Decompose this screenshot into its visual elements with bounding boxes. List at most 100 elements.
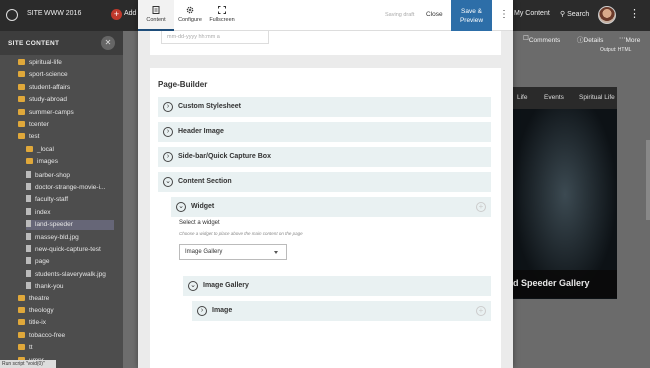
sidebar-item[interactable]: barber-shop [26,170,114,181]
sidebar-item-label: land-speeder [35,221,73,229]
chevron-down-icon[interactable]: ⌄ [163,177,173,187]
sidebar-item[interactable]: student-affairs [18,83,114,94]
add-label[interactable]: Add [124,10,136,17]
row-side-bar[interactable]: › Side-bar/Quick Capture Box [158,147,491,167]
my-content-link[interactable]: My Content [514,10,550,17]
sidebar-item[interactable]: theology [18,307,114,317]
tab-configure[interactable]: Configure [174,0,206,31]
sidebar-header: SITE CONTENT ✕ [0,31,123,55]
sidebar-item[interactable]: spiritual-life [18,59,114,69]
comments-label: Comments [528,37,561,44]
chevron-right-icon[interactable]: › [197,306,207,316]
gallery-title: d Speeder Gallery [513,270,617,298]
logo-icon[interactable] [6,9,18,21]
details-button[interactable]: ⓘ Details [577,34,603,44]
folder-icon [18,83,25,90]
add-button[interactable]: + [111,9,122,20]
row-label: Image Gallery [203,282,249,289]
site-label: SITE [27,10,43,17]
save-preview-button[interactable]: Save & Preview [451,0,492,31]
sidebar-item[interactable]: sport-science [18,71,114,81]
sidebar-item-label: study-abroad [29,96,67,104]
panel-body: mm-dd-yyyy hh:mm a Page-Builder › Custom… [138,31,513,368]
search-label: Search [567,11,590,18]
output-select[interactable]: Output: HTML [600,47,631,53]
folder-icon [18,344,25,351]
file-icon [26,232,31,240]
sidebar-item[interactable]: summer-camps [18,108,114,119]
row-label: Side-bar/Quick Capture Box [178,153,271,160]
date-field[interactable]: mm-dd-yyyy hh:mm a [161,31,269,44]
site-selector[interactable]: WWW 2016 [44,10,81,17]
folder-icon [18,294,25,301]
folder-icon [18,133,25,140]
close-button[interactable]: Close [426,11,443,18]
sidebar-item[interactable]: test [18,133,114,143]
file-icon [26,195,31,203]
sidebar-item[interactable]: new-quick-capture-test [26,245,114,255]
file-icon [26,245,31,252]
tab-fullscreen-label: Fullscreen [209,17,235,23]
sidebar-item-label: massey-bld.jpg [35,233,79,241]
row-widget[interactable]: ⌄ Widget + [171,197,491,217]
details-label: Details [583,37,604,44]
widget-select[interactable]: Image Gallery [179,244,287,260]
folder-icon [18,96,25,103]
sidebar-item[interactable]: massey-bld.jpg [26,232,114,243]
sidebar-item-label: faculty-staff [35,196,69,204]
sidebar-item[interactable]: _local [26,145,114,156]
sidebar-item[interactable]: index [26,207,114,218]
folder-icon [18,59,25,65]
sidebar-item[interactable]: study-abroad [18,96,114,106]
chevron-right-icon[interactable]: › [163,152,173,162]
nav-item[interactable]: Events [544,94,564,101]
sidebar-item[interactable]: land-speeder [26,220,114,231]
sidebar-item[interactable]: thank-you [26,282,114,292]
gear-icon [186,6,194,14]
row-content-section[interactable]: ⌄ Content Section [158,172,491,192]
file-icon [26,220,31,228]
add-item-icon[interactable]: + [476,306,486,316]
sidebar-item[interactable]: images [26,158,114,168]
date-card: mm-dd-yyyy hh:mm a [150,31,501,55]
row-image[interactable]: › Image + [192,301,491,321]
sidebar-item-label: tcenter [29,121,49,128]
more-button[interactable]: ⋯ More [619,34,640,44]
sidebar-item-label: test [29,133,40,141]
sidebar-item[interactable]: page [26,257,114,267]
sidebar-item[interactable]: tt [18,344,114,354]
folder-icon [26,145,33,152]
sidebar-item-label: students-slaverywalk.jpg [35,270,106,278]
sidebar-item[interactable]: students-slaverywalk.jpg [26,269,114,280]
panel-menu-icon[interactable]: ⋮ [499,9,509,20]
sidebar-item[interactable]: title-ix [18,319,114,329]
row-header-image[interactable]: › Header Image [158,122,491,142]
row-custom-stylesheet[interactable]: › Custom Stylesheet [158,97,491,117]
sidebar-item[interactable]: theatre [18,294,114,305]
avatar[interactable] [598,6,616,24]
tab-content[interactable]: Content [138,0,174,31]
chevron-right-icon[interactable]: › [163,102,173,112]
sidebar-item[interactable]: doctor-strange-movie-i... [26,183,114,193]
sidebar-item[interactable]: tcenter [18,121,114,131]
sidebar-item[interactable]: tobacco-free [18,331,114,342]
comments-button[interactable]: ☐ Comments [523,34,560,44]
tab-fullscreen[interactable]: Fullscreen [206,0,238,31]
folder-icon [18,331,25,338]
chevron-down-icon[interactable]: ⌄ [188,281,198,291]
preview-toolbar: ☐ Comments ⓘ Details ⋯ More [513,31,650,45]
sidebar-item-label: summer-camps [29,108,74,116]
add-item-icon[interactable]: + [476,202,486,212]
chevron-right-icon[interactable]: › [163,127,173,137]
select-widget-label: Select a widget [179,220,220,226]
nav-item[interactable]: Spiritual Life [579,94,615,101]
search-link[interactable]: ⚲ Search [560,10,589,18]
nav-item[interactable]: Life [517,94,527,101]
sidebar-item-label: theology [29,307,54,314]
chevron-down-icon[interactable]: ⌄ [176,202,186,212]
row-image-gallery[interactable]: ⌄ Image Gallery [183,276,491,296]
close-sidebar-icon[interactable]: ✕ [101,36,115,50]
scrollbar[interactable] [646,140,650,220]
sidebar-item[interactable]: faculty-staff [26,195,114,205]
more-menu-icon[interactable]: ⋮ [629,7,640,20]
